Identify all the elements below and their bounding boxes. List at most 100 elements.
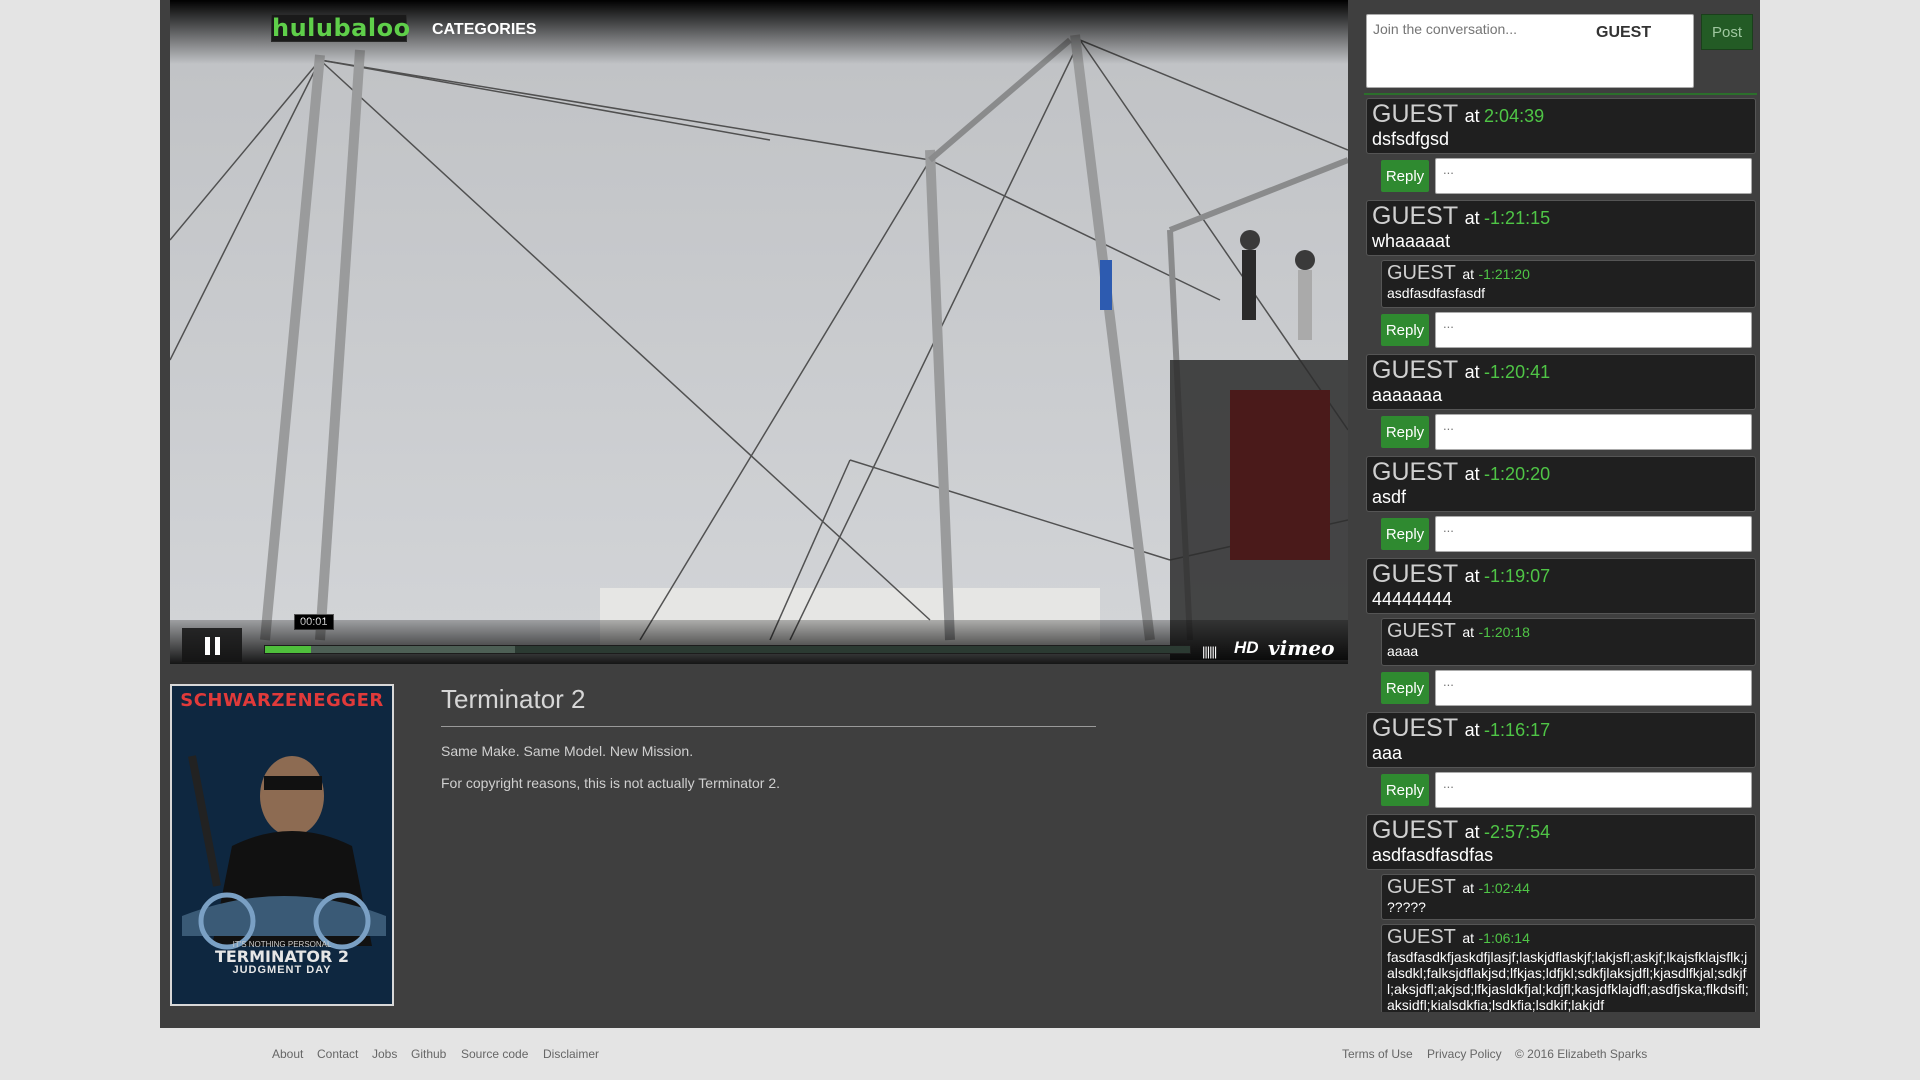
comment-text: asdfasdfasfasdf bbox=[1387, 285, 1486, 301]
comment-author: GUEST bbox=[1372, 714, 1459, 742]
comment-at: at bbox=[1462, 624, 1475, 640]
comment: GUEST at -1:20:20 asdf bbox=[1366, 456, 1756, 512]
comment-author: GUEST bbox=[1387, 876, 1456, 898]
comment-text: aaa bbox=[1372, 743, 1403, 763]
comment-at: at bbox=[1462, 930, 1475, 946]
comment-at: at bbox=[1464, 720, 1480, 740]
site-logo[interactable]: hulubaloo bbox=[271, 14, 410, 42]
poster-subtitle: JUDGMENT DAY bbox=[232, 964, 332, 976]
comment-time[interactable]: 2:04:39 bbox=[1484, 106, 1544, 126]
reply-input[interactable] bbox=[1435, 414, 1752, 450]
comment-time[interactable]: -1:21:20 bbox=[1479, 266, 1530, 282]
comment: GUEST at -1:16:17 aaa bbox=[1366, 712, 1756, 768]
volume-icon[interactable]: |||||| bbox=[1202, 644, 1217, 659]
top-bar: hulubaloo CATEGORIES bbox=[170, 0, 1348, 64]
comment-text: 44444444 bbox=[1372, 589, 1453, 609]
comment-author: GUEST bbox=[1372, 356, 1459, 384]
reply-row: Reply bbox=[1381, 516, 1756, 552]
chat-username: GUEST bbox=[1596, 24, 1652, 41]
comment-text: whaaaaat bbox=[1372, 231, 1451, 251]
comment-time[interactable]: -1:20:18 bbox=[1479, 624, 1530, 640]
nested-comment: GUEST at -1:06:14 fasdfasdkfjaskdfjlasjf… bbox=[1381, 924, 1756, 1012]
footer-link-contact[interactable]: Contact bbox=[317, 1047, 358, 1061]
reply-row: Reply bbox=[1381, 772, 1756, 808]
pause-button[interactable] bbox=[182, 628, 242, 662]
comment-time[interactable]: -1:19:07 bbox=[1484, 566, 1550, 586]
comment-at: at bbox=[1464, 362, 1480, 382]
comment: GUEST at -1:20:41 aaaaaaa bbox=[1366, 354, 1756, 410]
comment-text: asdfasdfasdfas bbox=[1372, 845, 1494, 865]
comment-time[interactable]: -2:57:54 bbox=[1484, 822, 1550, 842]
comment-author: GUEST bbox=[1372, 202, 1459, 230]
pause-icon bbox=[205, 637, 210, 655]
reply-row: Reply bbox=[1381, 414, 1756, 450]
progress-bar[interactable] bbox=[264, 645, 1191, 654]
hd-button[interactable]: HD bbox=[1234, 638, 1259, 658]
comment-at: at bbox=[1464, 822, 1480, 842]
reply-button[interactable]: Reply bbox=[1381, 160, 1429, 192]
comment-text: fasdfasdkfjaskdfjlasjf;laskjdflaskjf;lak… bbox=[1387, 949, 1749, 1012]
reply-input[interactable] bbox=[1435, 670, 1752, 706]
comment-text: ????? bbox=[1387, 899, 1426, 915]
title-divider bbox=[441, 726, 1096, 727]
footer-link-source-code[interactable]: Source code bbox=[461, 1047, 528, 1061]
comment-at: at bbox=[1464, 464, 1480, 484]
comment-at: at bbox=[1464, 208, 1480, 228]
nested-comment: GUEST at -1:20:18 aaaa bbox=[1381, 618, 1756, 666]
reply-button[interactable]: Reply bbox=[1381, 672, 1429, 704]
reply-button[interactable]: Reply bbox=[1381, 518, 1429, 550]
footer-link-github[interactable]: Github bbox=[411, 1047, 446, 1061]
post-button[interactable]: Post bbox=[1701, 14, 1753, 50]
comment: GUEST at -1:19:07 44444444 bbox=[1366, 558, 1756, 614]
comment-time[interactable]: -1:20:20 bbox=[1484, 464, 1550, 484]
footer: About Contact Jobs Github Source code Di… bbox=[160, 1028, 1760, 1080]
reply-button[interactable]: Reply bbox=[1381, 416, 1429, 448]
reply-input[interactable] bbox=[1435, 516, 1752, 552]
nested-comment: GUEST at -1:21:20 asdfasdfasfasdf bbox=[1381, 260, 1756, 308]
comment-time[interactable]: -1:06:14 bbox=[1479, 930, 1530, 946]
comment: GUEST at -2:57:54 asdfasdfasdfas bbox=[1366, 814, 1756, 870]
reply-input[interactable] bbox=[1435, 158, 1752, 194]
footer-link-about[interactable]: About bbox=[272, 1047, 303, 1061]
nav-categories[interactable]: CATEGORIES bbox=[432, 21, 537, 39]
comment-list[interactable]: GUEST at 2:04:39 dsfsdfgsd Reply GUEST a… bbox=[1364, 96, 1760, 1012]
footer-link-privacy[interactable]: Privacy Policy bbox=[1427, 1047, 1502, 1061]
comment-time[interactable]: -1:16:17 bbox=[1484, 720, 1550, 740]
footer-link-jobs[interactable]: Jobs bbox=[372, 1047, 397, 1061]
chat-panel: GUEST Post GUEST at 2:04:39 dsfsdfgsd Re… bbox=[1364, 0, 1760, 1014]
poster-title: TERMINATOR 2 bbox=[214, 947, 350, 966]
comment-text: aaaa bbox=[1387, 643, 1419, 659]
reply-input[interactable] bbox=[1435, 312, 1752, 348]
comment-at: at bbox=[1462, 880, 1475, 896]
reply-button[interactable]: Reply bbox=[1381, 314, 1429, 346]
comment-at: at bbox=[1464, 566, 1480, 586]
reply-button[interactable]: Reply bbox=[1381, 774, 1429, 806]
player-controls: |||||| HD vimeo bbox=[170, 620, 1348, 664]
footer-link-disclaimer[interactable]: Disclaimer bbox=[543, 1047, 599, 1061]
footer-copyright: © 2016 Elizabeth Sparks bbox=[1515, 1047, 1648, 1061]
comment-author: GUEST bbox=[1372, 458, 1459, 486]
comment-time[interactable]: -1:20:41 bbox=[1484, 362, 1550, 382]
comment-author: GUEST bbox=[1387, 620, 1456, 642]
video-player[interactable]: hulubaloo CATEGORIES 00:01 |||||| HD vim… bbox=[170, 0, 1348, 664]
comment-text: asdf bbox=[1372, 487, 1407, 507]
comment-author: GUEST bbox=[1372, 560, 1459, 588]
vimeo-logo[interactable]: vimeo bbox=[1268, 636, 1334, 660]
pause-icon-bar bbox=[215, 637, 220, 655]
reply-input[interactable] bbox=[1435, 772, 1752, 808]
movie-poster: SCHWARZENEGGER IT'S NOTHING PERSONAL TER… bbox=[170, 684, 394, 1006]
movie-title: Terminator 2 bbox=[441, 684, 586, 714]
comment-time[interactable]: -1:02:44 bbox=[1479, 880, 1530, 896]
poster-actor: SCHWARZENEGGER bbox=[180, 690, 384, 711]
movie-tagline: Same Make. Same Model. New Mission. bbox=[441, 743, 694, 759]
video-frame bbox=[170, 0, 1348, 664]
app-container: hulubaloo CATEGORIES 00:01 |||||| HD vim… bbox=[160, 0, 1760, 1028]
nested-comment: GUEST at -1:02:44 ????? bbox=[1381, 874, 1756, 920]
comment: GUEST at 2:04:39 dsfsdfgsd bbox=[1366, 98, 1756, 154]
reply-row: Reply bbox=[1381, 312, 1756, 348]
comment-time[interactable]: -1:21:15 bbox=[1484, 208, 1550, 228]
footer-link-terms[interactable]: Terms of Use bbox=[1342, 1047, 1413, 1061]
progress-played bbox=[265, 646, 312, 653]
reply-row: Reply bbox=[1381, 158, 1756, 194]
comment-at: at bbox=[1462, 266, 1475, 282]
